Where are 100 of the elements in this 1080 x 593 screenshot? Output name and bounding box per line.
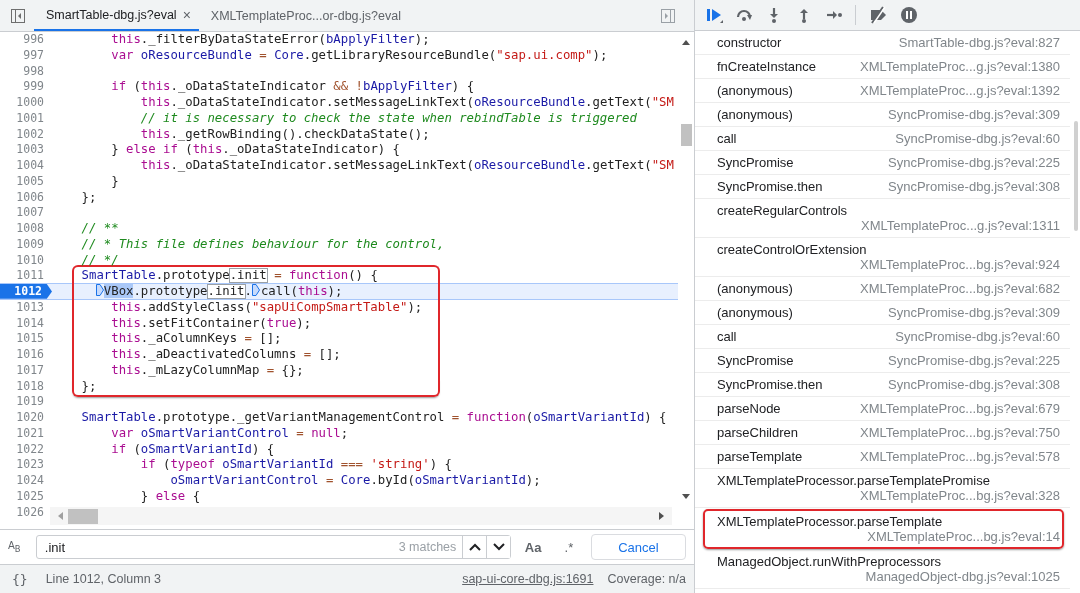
resume-icon[interactable] — [705, 6, 723, 24]
function-name: parseTemplate — [717, 449, 803, 464]
call-frame[interactable]: (anonymous) SyncPromise-dbg.js?eval:309 — [695, 103, 1070, 127]
function-name: SyncPromise.then — [717, 377, 823, 392]
frame-location: XMLTemplateProc...bg.js?eval:578 — [860, 449, 1060, 464]
scrollbar-thumb[interactable] — [1074, 121, 1078, 231]
function-name: constructor — [717, 35, 782, 50]
scroll-up-icon[interactable] — [681, 38, 691, 46]
line-number: 1018 — [15, 378, 45, 394]
function-name: call — [717, 131, 737, 146]
regex-button[interactable]: .* — [555, 539, 583, 555]
line-number: 1003 — [15, 142, 45, 157]
call-frame[interactable]: (anonymous) SyncPromise-dbg.js?eval:309 — [695, 301, 1070, 325]
match-case-button[interactable]: Aa — [519, 539, 548, 555]
line-number: 1017 — [15, 362, 45, 378]
match-count: 3 matches — [398, 540, 458, 554]
close-button[interactable]: × — [182, 6, 191, 23]
code-line: VBox.prototype.init. call(this); — [52, 284, 343, 299]
pretty-print-button[interactable]: {} — [8, 571, 32, 587]
call-frame[interactable]: constructor SmartTable-dbg.js?eval:827 — [695, 31, 1070, 55]
call-frame[interactable]: SyncPromise SyncPromise-dbg.js?eval:225 — [695, 349, 1070, 373]
line-number: 1006 — [15, 189, 45, 205]
call-frame[interactable]: SyncPromise SyncPromise-dbg.js?eval:225 — [695, 151, 1070, 175]
cancel-button[interactable]: Cancel — [590, 534, 686, 560]
line-number: 1013 — [15, 299, 45, 315]
call-frame[interactable]: (anonymous) XMLTemplateProc...bg.js?eval:682 — [695, 277, 1070, 301]
line-number: 1002 — [15, 126, 45, 142]
coverage-text: Coverage: n/a — [607, 572, 686, 586]
line-number: 1007 — [15, 205, 45, 220]
function-name: fnCreateInstance — [717, 59, 816, 74]
call-frame[interactable]: parseNode XMLTemplateProc...bg.js?eval:679 — [695, 397, 1070, 421]
search-input[interactable]: .init — [36, 539, 399, 555]
call-frame[interactable]: parseTemplate XMLTemplateProc...bg.js?eval:578 — [695, 445, 1070, 469]
line-number: 1009 — [15, 236, 45, 252]
call-frame[interactable]: XMLTemplateProcessor.parseTemplatePromise XMLTemplateProc...bg.js?eval:328 — [695, 469, 1070, 508]
line-number: 1021 — [15, 425, 45, 441]
code-line: SmartTable.prototype._getVariantManagementControl = function(oSmartVariantId) { — [80, 410, 667, 425]
code-line: this._oDataStateIndicator.setMessageLinkText(oResourceBundle.getText("SM — [139, 158, 674, 173]
frame-location: SmartTable-dbg.js?eval:827 — [898, 35, 1060, 50]
code-line: this._mLazyColumnMap = {}; — [110, 362, 304, 378]
line-number: 1005 — [15, 173, 45, 189]
call-frame[interactable]: createControlOrExtension XMLTemplateProc...bg.js?eval:924 — [695, 238, 1070, 277]
code-line: // * This file defines behaviour for the control, — [80, 236, 445, 252]
code-line: // */ — [80, 252, 119, 268]
code-line: }; — [80, 378, 97, 394]
sidebar-toggle-icon[interactable] — [660, 7, 676, 24]
line-number: 999 — [22, 79, 45, 94]
line-number: 1016 — [15, 347, 45, 362]
pause-icon[interactable] — [900, 6, 918, 24]
line-number: 1011 — [15, 268, 45, 283]
call-frame[interactable]: call SyncPromise-dbg.js?eval:60 — [695, 127, 1070, 151]
next-match-button[interactable] — [486, 536, 511, 558]
cursor-position: Line 1012, Column 3 — [45, 572, 161, 586]
code-line: this._oDataStateIndicator.setMessageLinkText(oResourceBundle.getText("SM — [139, 95, 674, 110]
function-name: parseChildren — [717, 425, 798, 440]
file-tab[interactable]: XMLTemplateProc...or-dbg.js?eval — [198, 0, 409, 31]
code-line: this._aDeactivatedColumns = []; — [110, 347, 341, 362]
frame-location: SyncPromise-dbg.js?eval:309 — [888, 107, 1060, 122]
source-link[interactable]: sap-ui-core-dbg.js:1691 — [462, 572, 594, 586]
function-name: SyncPromise — [717, 155, 794, 170]
frame-location: XMLTemplateProc...bg.js?eval:679 — [860, 401, 1060, 416]
frame-location: XMLTemplateProc...bg.js?eval:924 — [860, 257, 1060, 272]
code-line: var oResourceBundle = Core.getLibraryResourceBundle("sap.ui.comp"); — [110, 47, 608, 63]
call-frame[interactable]: ManagedObject.runWithPreprocessors ManagedObject-dbg.js?eval:1025 — [695, 550, 1070, 589]
call-frame[interactable]: createRegularControls XMLTemplateProc...g.js?eval:1311 — [695, 199, 1070, 238]
function-name: parseNode — [717, 401, 781, 416]
line-number: 1020 — [15, 410, 45, 425]
file-tab[interactable]: SmartTable-dbg.js?eval × — [34, 0, 199, 31]
line-number: 1014 — [15, 315, 45, 331]
scroll-down-icon[interactable] — [681, 493, 691, 501]
frame-location: SyncPromise-dbg.js?eval:309 — [888, 305, 1060, 320]
scrollbar-thumb[interactable] — [680, 124, 692, 146]
frame-location: XMLTemplateProc...g.js?eval:1392 — [860, 83, 1060, 98]
code-line: // ** — [80, 221, 119, 236]
call-frame[interactable]: parseChildren XMLTemplateProc...bg.js?eval:750 — [695, 421, 1070, 445]
code-line: this._aColumnKeys = []; — [110, 331, 282, 346]
replace-toggle[interactable]: A$_{B}$ — [8, 540, 28, 554]
call-frame[interactable]: SyncPromise.then SyncPromise-dbg.js?eval:308 — [695, 175, 1070, 199]
line-number: 1026 — [15, 504, 45, 520]
line-number: 1008 — [15, 221, 45, 236]
line-number: 1015 — [15, 331, 45, 346]
function-name: SyncPromise.then — [717, 179, 823, 194]
function-name: XMLTemplateProcessor.parseTemplate — [717, 514, 943, 529]
function-name: SyncPromise — [717, 353, 794, 368]
call-frame[interactable]: fnCreateInstance XMLTemplateProc...g.js?eval:1380 — [695, 55, 1070, 79]
breakpoint-marker-icon[interactable] — [251, 284, 260, 296]
call-frame[interactable]: call SyncPromise-dbg.js?eval:60 — [695, 325, 1070, 349]
call-frame[interactable]: (anonymous) XMLTemplateProc...g.js?eval:1392 — [695, 79, 1070, 103]
code-line: this._getRowBinding().checkDataState(); — [139, 126, 430, 142]
frame-location: XMLTemplateProc...g.js?eval:1311 — [861, 218, 1060, 233]
code-line: } — [110, 173, 119, 189]
line-number: 1010 — [15, 252, 45, 268]
call-frame[interactable]: XMLTemplateProcessor.parseTemplate XMLTemplateProc...bg.js?eval:14 — [703, 509, 1064, 549]
scroll-right-icon[interactable] — [658, 511, 666, 521]
deactivate-breakpoints-icon[interactable] — [868, 6, 888, 24]
search-field[interactable]: .init 3 matches — [35, 535, 512, 559]
scrollbar-thumb[interactable] — [68, 508, 98, 524]
navigator-toggle-icon[interactable] — [10, 7, 26, 24]
call-frame[interactable]: SyncPromise.then SyncPromise-dbg.js?eval:308 — [695, 373, 1070, 397]
code-line: } else if (this._oDataStateIndicator) { — [110, 142, 400, 157]
